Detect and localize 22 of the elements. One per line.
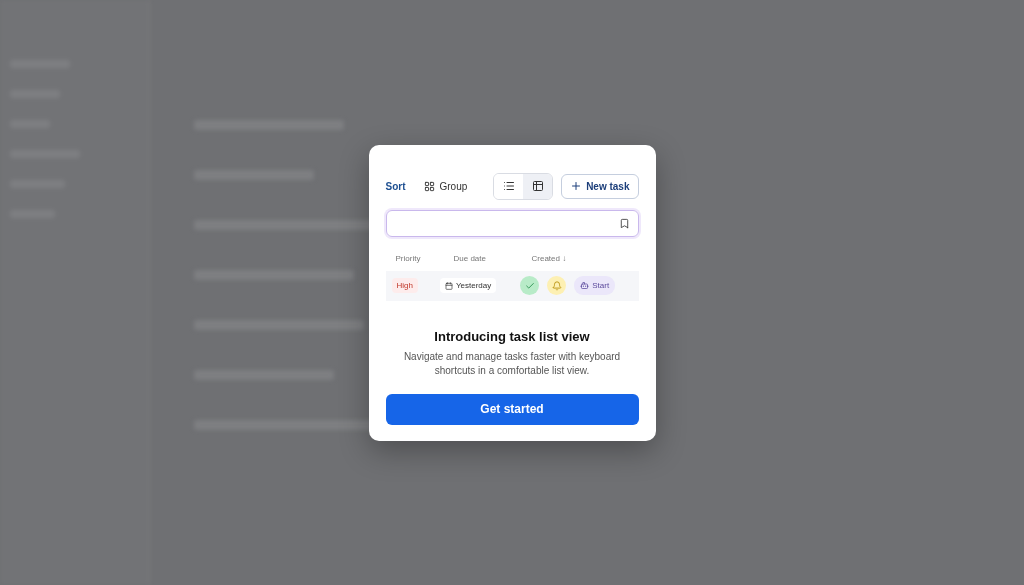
priority-tag: High	[391, 278, 418, 293]
dialog-title: Introducing task list view	[433, 328, 591, 344]
calendar-icon	[444, 281, 453, 290]
table-icon	[531, 180, 544, 192]
get-started-button[interactable]: Get started	[385, 393, 639, 425]
column-header: Due date	[453, 254, 487, 263]
search-field[interactable]	[385, 209, 639, 237]
plus-icon	[570, 180, 583, 192]
dialog-description: Navigate and manage tasks faster with keyboard shortcuts in a comfortable list view.	[402, 349, 622, 378]
bell-icon	[547, 276, 567, 295]
grid-icon	[423, 180, 435, 192]
robot-icon	[580, 281, 590, 290]
bookmark-icon[interactable]	[618, 217, 630, 229]
column-header: Created ↓	[531, 254, 568, 263]
start-button[interactable]: Start	[574, 276, 616, 295]
list-icon	[502, 180, 515, 192]
column-header: Priority	[395, 254, 422, 263]
group-button[interactable]: Group	[423, 180, 468, 192]
new-task-button[interactable]: New task	[561, 173, 639, 199]
sort-button[interactable]: Sort	[385, 180, 406, 192]
table-view-button[interactable]	[523, 173, 553, 199]
due-date-chip: Yesterday	[439, 278, 497, 293]
